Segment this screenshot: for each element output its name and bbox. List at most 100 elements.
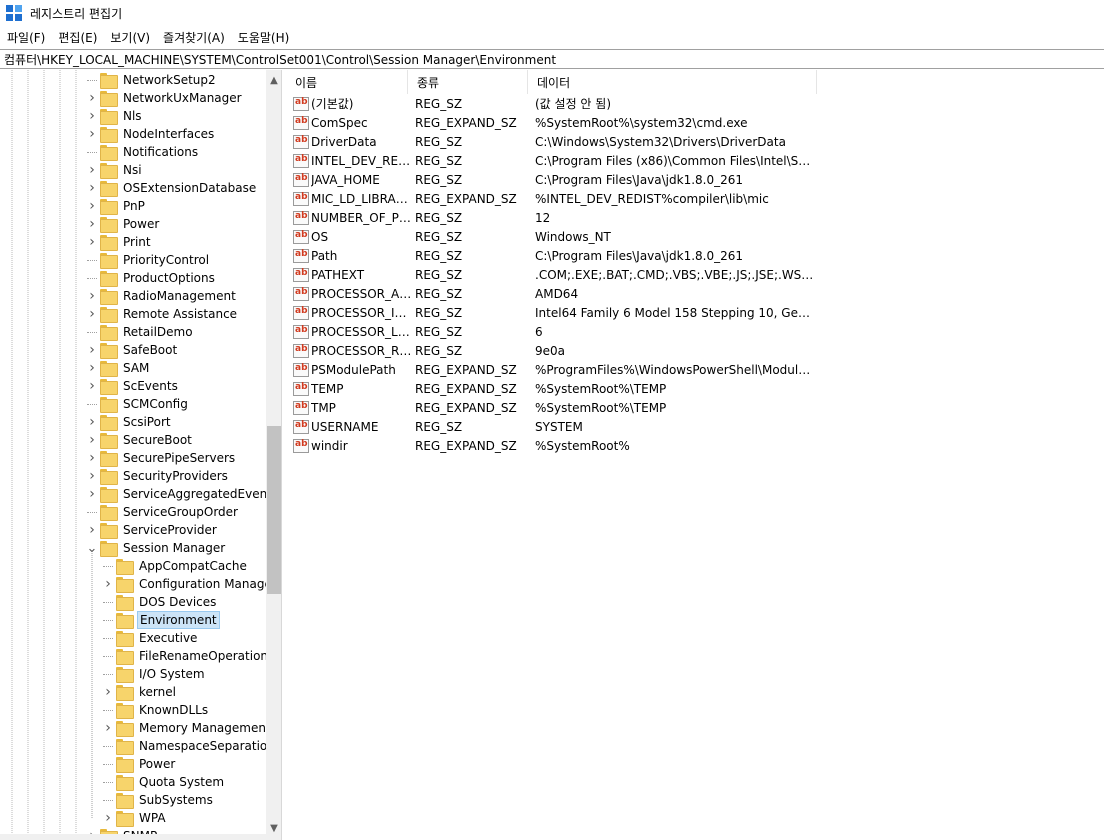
tree-item[interactable]: NamespaceSeparation (103, 737, 277, 755)
tree-item[interactable]: ServiceGroupOrder (87, 503, 240, 521)
chevron-right-icon[interactable]: › (87, 179, 97, 197)
chevron-right-icon[interactable]: › (87, 197, 97, 215)
chevron-right-icon[interactable]: › (87, 413, 97, 431)
chevron-right-icon[interactable]: › (87, 233, 97, 251)
column-header-type[interactable]: 종류 (408, 70, 528, 94)
tree-horizontal-scrollbar[interactable] (0, 834, 266, 840)
menu-edit[interactable]: 편집(E) (53, 29, 105, 46)
tree-item[interactable]: KnownDLLs (103, 701, 210, 719)
chevron-down-icon[interactable]: ⌄ (87, 539, 98, 557)
chevron-right-icon[interactable]: › (103, 575, 113, 593)
tree-item[interactable]: FileRenameOperations (103, 647, 276, 665)
value-row[interactable]: (기본값) REG_SZ (값 설정 안 됨) (286, 94, 815, 113)
chevron-right-icon[interactable]: › (87, 125, 97, 143)
value-row[interactable]: PROCESSOR_LE...REG_SZ 6 (286, 322, 815, 341)
chevron-right-icon[interactable]: › (87, 467, 97, 485)
value-row[interactable]: PROCESSOR_ID...REG_SZ Intel64 Family 6 Mo… (286, 303, 815, 322)
value-row[interactable]: DriverData REG_SZ C:\Windows\System32\Driv… (286, 132, 815, 151)
chevron-right-icon[interactable]: › (87, 359, 97, 377)
tree-item[interactable]: › Memory Management (103, 719, 273, 737)
tree-item[interactable]: › WPA (103, 809, 168, 827)
column-header-name[interactable]: 이름 (286, 70, 408, 94)
tree-item[interactable]: › Nsi (87, 161, 144, 179)
menu-help[interactable]: 도움말(H) (233, 29, 298, 46)
value-row[interactable]: OS REG_SZ Windows_NT (286, 227, 815, 246)
tree-item[interactable]: › Nls (87, 107, 144, 125)
value-row[interactable]: USERNAME REG_SZ SYSTEM (286, 417, 815, 436)
menu-view[interactable]: 보기(V) (105, 29, 158, 46)
chevron-right-icon[interactable]: › (103, 809, 113, 827)
chevron-right-icon[interactable]: › (87, 431, 97, 449)
tree-item[interactable]: DOS Devices (103, 593, 218, 611)
tree-item[interactable]: Notifications (87, 143, 200, 161)
value-row[interactable]: TEMP REG_EXPAND_SZ %SystemRoot%\TEMP (286, 379, 815, 398)
tree-item[interactable]: › ServiceProvider (87, 521, 219, 539)
chevron-right-icon[interactable]: › (87, 449, 97, 467)
value-row[interactable]: PROCESSOR_AR...REG_SZ AMD64 (286, 284, 815, 303)
value-row[interactable]: JAVA_HOME REG_SZ C:\Program Files\Java\jdk… (286, 170, 815, 189)
value-row[interactable]: windir REG_EXPAND_SZ %SystemRoot% (286, 436, 815, 455)
tree-item[interactable]: › OSExtensionDatabase (87, 179, 258, 197)
value-row[interactable]: PSModulePath REG_EXPAND_SZ %ProgramFiles%\… (286, 360, 815, 379)
value-row[interactable]: ComSpec REG_EXPAND_SZ %SystemRoot%\system3… (286, 113, 815, 132)
chevron-right-icon[interactable]: › (87, 215, 97, 233)
tree-vertical-scrollbar[interactable]: ▲ ▼ (266, 70, 281, 840)
chevron-right-icon[interactable]: › (87, 107, 97, 125)
tree-item[interactable]: SCMConfig (87, 395, 190, 413)
tree-item[interactable]: › Configuration Manager (103, 575, 279, 593)
tree-item[interactable]: › ServiceAggregatedEvents (87, 485, 280, 503)
menu-file[interactable]: 파일(F) (2, 29, 53, 46)
value-row[interactable]: TMP REG_EXPAND_SZ %SystemRoot%\TEMP (286, 398, 815, 417)
column-header-data[interactable]: 데이터 (528, 70, 817, 94)
tree-item[interactable]: › NetworkUxManager (87, 89, 244, 107)
value-row[interactable]: PATHEXT REG_SZ .COM;.EXE;.BAT;.CMD;.VBS;.V… (286, 265, 815, 284)
scroll-up-arrow-icon[interactable]: ▲ (266, 72, 281, 88)
tree-item[interactable]: Environment (103, 611, 220, 629)
tree-item[interactable]: › ScEvents (87, 377, 180, 395)
tree-item[interactable]: › NodeInterfaces (87, 125, 216, 143)
tree-item[interactable]: › SAM (87, 359, 151, 377)
tree-item[interactable]: PriorityControl (87, 251, 211, 269)
address-bar[interactable]: 컴퓨터\HKEY_LOCAL_MACHINE\SYSTEM\ControlSet… (0, 49, 1104, 69)
tree-item[interactable]: › ScsiPort (87, 413, 173, 431)
tree-item[interactable]: I/O System (103, 665, 207, 683)
tree-item[interactable]: ProductOptions (87, 269, 217, 287)
tree-item[interactable]: › Remote Assistance (87, 305, 239, 323)
menu-favorites[interactable]: 즐겨찾기(A) (158, 29, 233, 46)
chevron-right-icon[interactable]: › (87, 161, 97, 179)
tree-item[interactable]: › SecurePipeServers (87, 449, 237, 467)
value-row[interactable]: PROCESSOR_RE...REG_SZ 9e0a (286, 341, 815, 360)
tree-item[interactable]: AppCompatCache (103, 557, 249, 575)
tree-item[interactable]: › Power (87, 215, 161, 233)
tree-item[interactable]: › PnP (87, 197, 147, 215)
tree-item-label: SAM (123, 361, 150, 375)
tree-item[interactable]: ⌄ Session Manager (87, 539, 227, 557)
chevron-right-icon[interactable]: › (87, 521, 97, 539)
chevron-right-icon[interactable]: › (87, 341, 97, 359)
scrollbar-thumb[interactable] (267, 426, 281, 594)
chevron-right-icon[interactable]: › (87, 305, 97, 323)
chevron-right-icon[interactable]: › (103, 719, 113, 737)
tree-item[interactable]: Quota System (103, 773, 226, 791)
tree-item[interactable]: Executive (103, 629, 199, 647)
tree-item[interactable]: › SafeBoot (87, 341, 179, 359)
value-row[interactable]: NUMBER_OF_PR...REG_SZ 12 (286, 208, 815, 227)
tree-item[interactable]: › RadioManagement (87, 287, 238, 305)
tree-item[interactable]: SubSystems (103, 791, 215, 809)
chevron-right-icon[interactable]: › (87, 89, 97, 107)
tree-item[interactable]: › kernel (103, 683, 178, 701)
tree-item[interactable]: Power (103, 755, 177, 773)
chevron-right-icon[interactable]: › (87, 287, 97, 305)
tree-item[interactable]: › SecurityProviders (87, 467, 230, 485)
tree-item[interactable]: RetailDemo (87, 323, 195, 341)
value-row[interactable]: INTEL_DEV_RED...REG_SZ C:\Program Files (… (286, 151, 815, 170)
value-row[interactable]: Path REG_SZ C:\Program Files\Java\jdk1.8.0… (286, 246, 815, 265)
tree-item[interactable]: NetworkSetup2 (87, 71, 218, 89)
tree-item[interactable]: › Print (87, 233, 153, 251)
scroll-down-arrow-icon[interactable]: ▼ (266, 820, 281, 836)
chevron-right-icon[interactable]: › (87, 377, 97, 395)
tree-item[interactable]: › SecureBoot (87, 431, 194, 449)
chevron-right-icon[interactable]: › (103, 683, 113, 701)
value-row[interactable]: MIC_LD_LIBRAR...REG_EXPAND_SZ %INTEL_DEV_… (286, 189, 815, 208)
chevron-right-icon[interactable]: › (87, 485, 97, 503)
